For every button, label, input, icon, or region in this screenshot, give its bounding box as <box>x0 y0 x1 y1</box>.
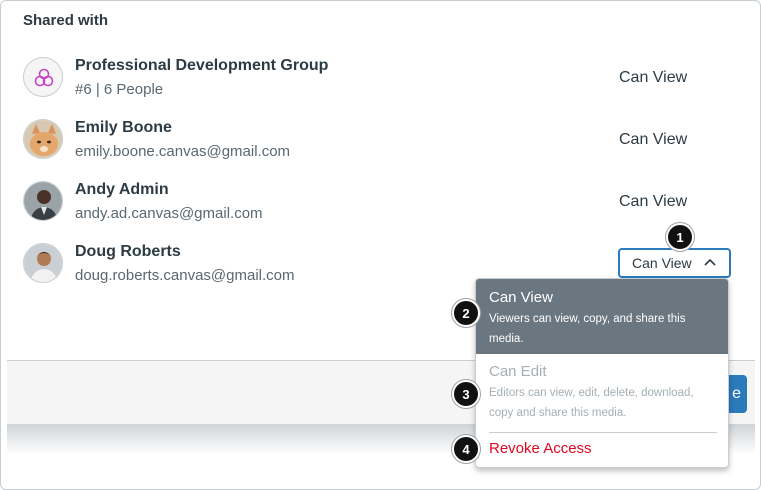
section-title: Shared with <box>23 12 109 29</box>
share-detail: andy.ad.canvas@gmail.com <box>75 205 263 222</box>
menu-item-can-edit: Can Edit Editors can view, edit, delete,… <box>476 354 728 424</box>
person-photo <box>24 182 62 220</box>
menu-item-revoke-access[interactable]: Revoke Access <box>476 437 728 465</box>
callout-badge: 3 <box>452 380 480 408</box>
callout-badge: 1 <box>666 223 694 251</box>
share-name: Professional Development Group <box>75 57 329 74</box>
share-row: Andy Admin andy.ad.canvas@gmail.com Can … <box>1 181 760 231</box>
person-photo <box>24 244 62 282</box>
menu-item-description: Viewers can view, copy, and share this m… <box>489 313 686 345</box>
menu-item-description: Editors can view, edit, delete, download… <box>489 387 694 419</box>
share-dialog: Shared with Professional Development Gro… <box>0 0 761 490</box>
share-detail: #6 | 6 People <box>75 81 164 98</box>
avatar <box>23 119 63 159</box>
callout-badge: 4 <box>452 435 480 463</box>
permission-label[interactable]: Can View <box>619 131 687 149</box>
avatar <box>23 243 63 283</box>
callout-badge: 2 <box>452 299 480 327</box>
share-name: Emily Boone <box>75 119 172 136</box>
permission-dropdown-label: Can View <box>632 255 692 271</box>
avatar <box>23 181 63 221</box>
menu-item-label: Can View <box>489 289 553 306</box>
share-row: Professional Development Group #6 | 6 Pe… <box>1 57 760 107</box>
chevron-up-icon <box>704 258 716 266</box>
menu-item-label: Can Edit <box>489 363 547 380</box>
permission-menu: Can View Viewers can view, copy, and sha… <box>475 278 729 468</box>
menu-divider <box>489 432 717 433</box>
share-name: Andy Admin <box>75 181 169 198</box>
group-avatar <box>23 57 63 97</box>
menu-item-can-view[interactable]: Can View Viewers can view, copy, and sha… <box>476 279 728 354</box>
share-detail: doug.roberts.canvas@gmail.com <box>75 267 295 284</box>
share-detail: emily.boone.canvas@gmail.com <box>75 143 291 160</box>
share-row: Emily Boone emily.boone.canvas@gmail.com… <box>1 119 760 169</box>
permission-label[interactable]: Can View <box>619 193 687 211</box>
share-name: Doug Roberts <box>75 243 181 260</box>
cat-photo <box>24 120 62 158</box>
group-icon <box>34 68 54 87</box>
permission-dropdown-button[interactable]: Can View <box>618 248 731 278</box>
permission-label[interactable]: Can View <box>619 69 687 87</box>
done-button-label: e <box>732 385 741 402</box>
menu-item-label: Revoke Access <box>489 440 592 457</box>
